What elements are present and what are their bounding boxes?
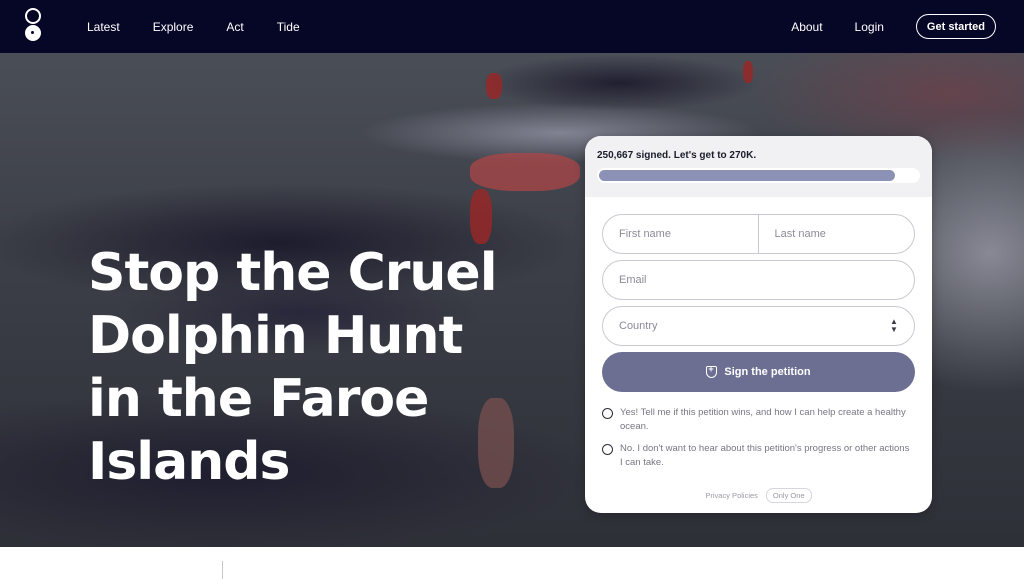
nav-act[interactable]: Act [226, 20, 243, 34]
select-caret-icon: ▲ ▼ [890, 317, 898, 334]
radio-no[interactable] [602, 444, 613, 455]
sign-petition-label: Sign the petition [724, 366, 811, 378]
page-title: Stop the Cruel Dolphin Hunt in the Faroe… [88, 243, 498, 492]
option-no-label: No. I don't want to hear about this peti… [620, 443, 910, 468]
hero-photo-detail [470, 153, 580, 191]
sign-petition-button[interactable]: Sign the petition [602, 352, 915, 392]
divider [222, 561, 223, 579]
email-field-wrap: Email [602, 260, 915, 300]
nav-explore[interactable]: Explore [153, 20, 194, 34]
option-yes[interactable]: Yes! Tell me if this petition wins, and … [602, 406, 915, 434]
option-yes-label: Yes! Tell me if this petition wins, and … [620, 407, 906, 432]
country-select-value: Country [619, 320, 658, 332]
signature-count: 250,667 signed. Let's get to 270K. [597, 150, 757, 161]
nav-latest[interactable]: Latest [87, 20, 120, 34]
name-fields: First name Last name [602, 214, 915, 254]
nav-tide[interactable]: Tide [277, 20, 300, 34]
signature-progress-fill [599, 170, 896, 181]
petition-progress-header: 250,667 signed. Let's get to 270K. [585, 136, 932, 197]
account-nav: About Login Get started [791, 0, 996, 53]
signature-progress-bar [597, 168, 920, 183]
hero-photo-detail [743, 61, 753, 83]
first-name-field[interactable]: First name [603, 215, 759, 253]
logo-icon[interactable] [24, 8, 42, 44]
top-navigation: Latest Explore Act Tide About Login Get … [0, 0, 1024, 53]
get-started-button[interactable]: Get started [915, 14, 996, 39]
option-no[interactable]: No. I don't want to hear about this peti… [602, 442, 915, 470]
content-below-hero [0, 547, 1024, 579]
only-one-badge[interactable]: Only One [765, 488, 812, 503]
privacy-link[interactable]: Privacy Policies [705, 491, 758, 500]
hero-photo-detail [486, 73, 502, 99]
petition-card: 250,667 signed. Let's get to 270K. First… [585, 136, 932, 513]
radio-yes[interactable] [602, 408, 613, 419]
nav-about[interactable]: About [791, 20, 822, 34]
petition-form: First name Last name Email Country ▲▼ Si… [585, 197, 932, 503]
shield-icon [706, 364, 718, 378]
card-footer: Privacy Policies Only One [602, 488, 915, 503]
main-nav: Latest Explore Act Tide [87, 0, 333, 53]
country-select[interactable]: Country ▲ ▼ [602, 306, 915, 346]
nav-login[interactable]: Login [855, 20, 884, 34]
last-name-field[interactable]: Last name [759, 215, 915, 253]
hero-photo-detail [470, 189, 492, 244]
email-field[interactable]: Email [603, 274, 914, 286]
